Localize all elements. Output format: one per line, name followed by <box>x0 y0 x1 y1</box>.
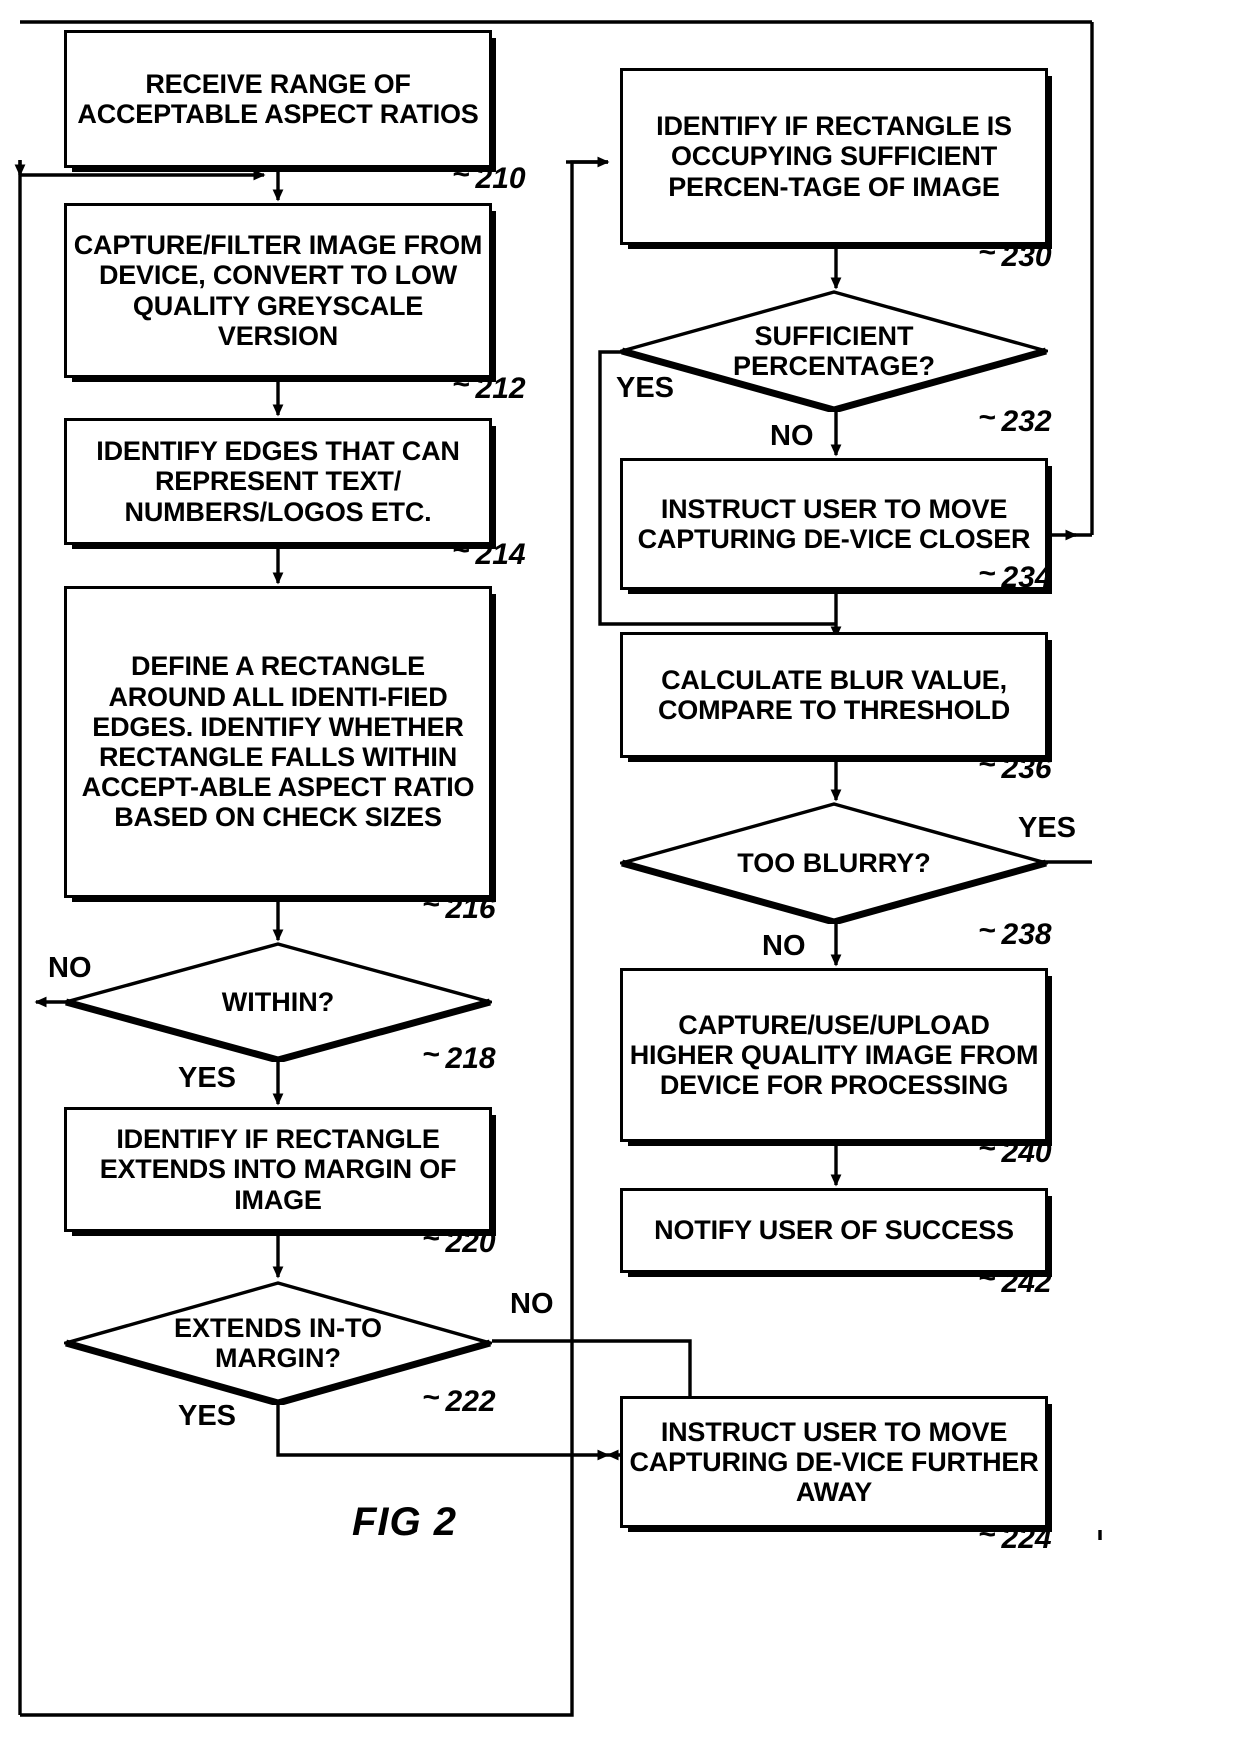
refnum-240: ~240 <box>978 1132 1052 1169</box>
node-224-instruct-move-away: INSTRUCT USER TO MOVE CAPTURING DE-VICE … <box>620 1396 1048 1528</box>
refnum-216: ~216 <box>422 888 496 925</box>
node-216-define-rectangle: DEFINE A RECTANGLE AROUND ALL IDENTI-FIE… <box>64 586 492 898</box>
node-218-label: WITHIN? <box>221 986 335 1017</box>
node-232-label: SUFFICIENT PERCENTAGE? <box>732 320 935 381</box>
refnum-224: ~224 <box>978 1518 1052 1555</box>
edge-label-percentage-no: NO <box>770 420 814 452</box>
figure-canvas: RECEIVE RANGE OF ACCEPTABLE ASPECT RATIO… <box>0 0 1240 1753</box>
edge-label-within-no: NO <box>48 952 92 984</box>
node-210-label: RECEIVE RANGE OF ACCEPTABLE ASPECT RATIO… <box>77 68 479 129</box>
edge-label-margin-yes: YES <box>178 1400 237 1432</box>
refnum-234: ~234 <box>978 557 1052 594</box>
node-242-notify-success: NOTIFY USER OF SUCCESS <box>620 1188 1048 1273</box>
node-240-label: CAPTURE/USE/UPLOAD HIGHER QUALITY IMAGE … <box>629 1009 1039 1101</box>
edge-label-blurry-no: NO <box>762 930 806 962</box>
refnum-236: ~236 <box>978 748 1052 785</box>
node-234-label: INSTRUCT USER TO MOVE CAPTURING DE-VICE … <box>637 493 1031 554</box>
refnum-214: ~214 <box>452 534 526 571</box>
edge-label-blurry-yes: YES <box>1018 812 1077 844</box>
node-210-receive-range: RECEIVE RANGE OF ACCEPTABLE ASPECT RATIO… <box>64 30 492 168</box>
node-220-label: IDENTIFY IF RECTANGLE EXTENDS INTO MARGI… <box>99 1124 457 1215</box>
node-212-label: CAPTURE/FILTER IMAGE FROM DEVICE, CONVER… <box>73 230 483 351</box>
node-214-label: IDENTIFY EDGES THAT CAN REPRESENT TEXT/ … <box>96 436 460 527</box>
refnum-212: ~212 <box>452 368 526 405</box>
node-224-label: INSTRUCT USER TO MOVE CAPTURING DE-VICE … <box>629 1416 1039 1508</box>
edge-label-margin-no: NO <box>510 1288 554 1320</box>
refnum-230: ~230 <box>978 236 1052 273</box>
node-212-capture-filter: CAPTURE/FILTER IMAGE FROM DEVICE, CONVER… <box>64 203 492 378</box>
edge-label-percentage-yes: YES <box>616 372 675 404</box>
node-230-label: IDENTIFY IF RECTANGLE IS OCCUPYING SUFFI… <box>656 111 1012 202</box>
refnum-222: ~222 <box>422 1381 496 1418</box>
node-242-label: NOTIFY USER OF SUCCESS <box>654 1215 1014 1246</box>
node-220-identify-margin: IDENTIFY IF RECTANGLE EXTENDS INTO MARGI… <box>64 1107 492 1232</box>
node-238-too-blurry-decision: TOO BLURRY? <box>620 802 1048 924</box>
refnum-232: ~232 <box>978 401 1052 438</box>
node-232-sufficient-percentage-decision: SUFFICIENT PERCENTAGE? <box>620 290 1048 412</box>
refnum-242: ~242 <box>978 1262 1052 1299</box>
node-236-label: CALCULATE BLUR VALUE, COMPARE TO THRESHO… <box>657 664 1010 725</box>
refnum-238: ~238 <box>978 914 1052 951</box>
refnum-210: ~210 <box>452 158 526 195</box>
edge-label-within-yes: YES <box>178 1062 237 1094</box>
node-222-label: EXTENDS IN-TO MARGIN? <box>173 1312 383 1373</box>
node-230-identify-percentage: IDENTIFY IF RECTANGLE IS OCCUPYING SUFFI… <box>620 68 1048 245</box>
node-236-calculate-blur: CALCULATE BLUR VALUE, COMPARE TO THRESHO… <box>620 632 1048 758</box>
refnum-218: ~218 <box>422 1038 496 1075</box>
node-216-label: DEFINE A RECTANGLE AROUND ALL IDENTI-FIE… <box>81 651 475 833</box>
node-240-capture-upload: CAPTURE/USE/UPLOAD HIGHER QUALITY IMAGE … <box>620 968 1048 1142</box>
figure-label: FIG 2 <box>352 1500 458 1544</box>
node-238-label: TOO BLURRY? <box>737 847 931 878</box>
refnum-220: ~220 <box>422 1222 496 1259</box>
node-214-identify-edges: IDENTIFY EDGES THAT CAN REPRESENT TEXT/ … <box>64 418 492 545</box>
